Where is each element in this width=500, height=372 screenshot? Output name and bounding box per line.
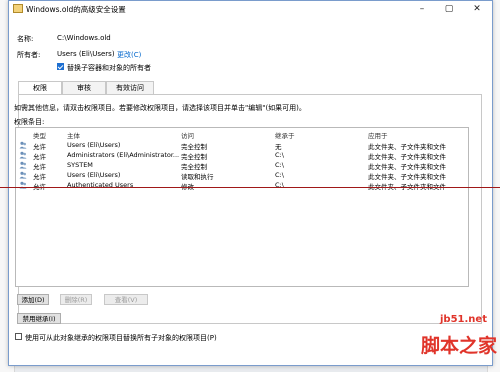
red-guide-line <box>0 187 500 188</box>
column-header-access[interactable]: 访问 <box>181 130 194 140</box>
entries-label: 权限条目: <box>14 118 45 126</box>
user-group-icon <box>19 171 27 179</box>
column-header-principal[interactable]: 主体 <box>67 130 80 140</box>
cell-inherited: C:\ <box>275 151 284 159</box>
name-value: C:\Windows.old <box>57 34 111 42</box>
column-header-type[interactable]: 类型 <box>33 130 46 140</box>
folder-icon <box>13 4 23 13</box>
cell-principal: Users (Eli\Users) <box>67 171 121 179</box>
cell-type: 允许 <box>33 183 46 191</box>
user-group-icon <box>19 141 27 149</box>
tab-auditing[interactable]: 审核 <box>62 81 106 94</box>
cell-principal: SYSTEM <box>67 161 93 169</box>
replace-owner-checkbox[interactable] <box>57 63 64 70</box>
watermark-site: jb51.net <box>440 314 487 325</box>
cell-access: 修改 <box>181 183 194 191</box>
cell-principal: Administrators (Eli\Administrator... <box>67 151 180 159</box>
watermark-brand: 脚本之家 <box>421 335 498 357</box>
replace-child-permissions-label: 使用可从此对象继承的权限项目替换所有子对象的权限项目(P) <box>25 334 217 342</box>
window-title: Windows.old的高级安全设置 <box>26 5 126 14</box>
replace-child-permissions-checkbox[interactable] <box>15 333 22 340</box>
column-header-applies[interactable]: 应用于 <box>368 130 388 140</box>
minimize-button[interactable]: – <box>409 1 435 17</box>
table-row[interactable]: 允许 Authenticated Users 修改 C:\ 此文件夹、子文件夹和文件 <box>16 180 468 191</box>
title-bar[interactable]: Windows.old的高级安全设置 – ▢ ✕ <box>9 1 492 17</box>
column-header-inherited[interactable]: 继承于 <box>275 130 295 140</box>
cell-principal: Users (Eli\Users) <box>67 141 121 149</box>
cell-applies: 此文件夹、子文件夹和文件 <box>368 183 446 191</box>
add-button[interactable]: 添加(D) <box>17 294 49 305</box>
user-group-icon <box>19 161 27 169</box>
tab-effective-access[interactable]: 有效访问 <box>106 81 154 94</box>
cell-inherited: C:\ <box>275 161 284 169</box>
replace-owner-label: 替换子容器和对象的所有者 <box>67 64 151 72</box>
close-button[interactable]: ✕ <box>464 1 490 17</box>
remove-button[interactable]: 删除(R) <box>60 294 92 305</box>
view-button[interactable]: 查看(V) <box>104 294 148 305</box>
user-group-icon <box>19 151 27 159</box>
maximize-button[interactable]: ▢ <box>436 1 462 17</box>
owner-value: Users (Eli\Users) <box>57 50 115 58</box>
info-text: 如需其他信息，请双击权限项目。若要修改权限项目，请选择该项目并单击"编辑"(如果… <box>14 104 306 112</box>
disable-inheritance-button[interactable]: 禁用继承(I) <box>17 313 61 324</box>
cell-inherited: C:\ <box>275 171 284 179</box>
name-label: 名称: <box>17 35 34 43</box>
owner-label: 所有者: <box>17 51 41 59</box>
tab-permissions[interactable]: 权限 <box>18 81 62 95</box>
change-owner-link[interactable]: 更改(C) <box>117 50 141 60</box>
